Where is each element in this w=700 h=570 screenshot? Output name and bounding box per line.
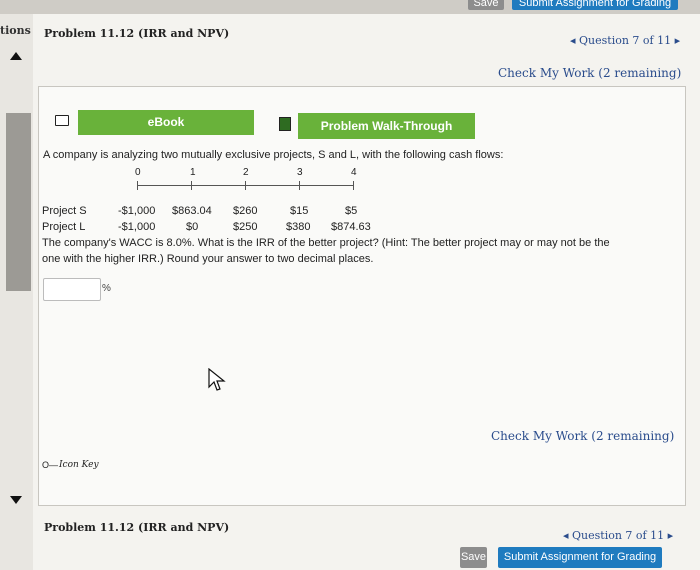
top-submit-button[interactable]: Submit Assignment for Grading <box>512 0 678 10</box>
page-title: Problem 11.12 (IRR and NPV) <box>44 27 230 40</box>
icon-key-link[interactable]: Icon Key <box>59 460 99 470</box>
project-l-cf-2: $250 <box>233 221 258 233</box>
check-my-work-bottom-link[interactable]: Check My Work (2 remaining) <box>491 429 674 443</box>
project-s-cf-2: $260 <box>233 205 258 217</box>
question-sidebar <box>0 14 33 570</box>
question-nav[interactable]: ◂ Question 7 of 11 ▸ <box>570 34 680 47</box>
project-s-cf-4: $5 <box>345 205 358 217</box>
ebook-button[interactable]: eBook <box>78 110 254 135</box>
project-l-cf-1: $0 <box>186 221 199 233</box>
period-4: 4 <box>351 167 357 178</box>
timeline-tick <box>137 181 138 190</box>
project-l-cf-3: $380 <box>286 221 311 233</box>
period-3: 3 <box>297 167 303 178</box>
irr-answer-input[interactable] <box>43 278 101 301</box>
timeline-tick <box>245 181 246 190</box>
project-s-label: Project S <box>42 205 87 217</box>
period-2: 2 <box>243 167 249 178</box>
period-1: 1 <box>190 167 196 178</box>
scroll-down-arrow-icon[interactable] <box>10 496 22 504</box>
project-s-cf-1: $863.04 <box>172 205 212 217</box>
problem-intro: A company is analyzing two mutually excl… <box>43 149 504 161</box>
book-icon <box>55 115 69 126</box>
key-icon: O— <box>42 460 59 470</box>
project-s-cf-0: -$1,000 <box>118 205 156 217</box>
top-save-button[interactable]: Save <box>468 0 504 10</box>
check-my-work-link[interactable]: Check My Work (2 remaining) <box>498 66 681 80</box>
scroll-up-arrow-icon[interactable] <box>10 52 22 60</box>
project-l-label: Project L <box>42 221 86 233</box>
submit-assignment-button[interactable]: Submit Assignment for Grading <box>498 547 662 568</box>
period-0: 0 <box>135 167 141 178</box>
sidebar-scrollbar[interactable] <box>6 113 31 291</box>
project-l-cf-4: $874.63 <box>331 221 371 233</box>
footer-question-nav[interactable]: ◂ Question 7 of 11 ▸ <box>563 529 673 542</box>
footer-title: Problem 11.12 (IRR and NPV) <box>44 521 230 534</box>
problem-walkthrough-button[interactable]: Problem Walk-Through <box>298 113 475 139</box>
question-text-line-2: one with the higher IRR.) Round your ans… <box>42 253 374 265</box>
project-l-cf-0: -$1,000 <box>118 221 156 233</box>
mouse-cursor-icon <box>208 368 226 394</box>
project-s-cf-3: $15 <box>290 205 309 217</box>
percent-suffix: % <box>102 283 111 294</box>
save-button[interactable]: Save <box>460 547 487 568</box>
timeline-tick <box>299 181 300 190</box>
timeline-tick <box>191 181 192 190</box>
sidebar-label: tions <box>0 24 31 37</box>
timeline-tick <box>353 181 354 190</box>
video-icon <box>279 117 291 131</box>
question-text-line-1: The company's WACC is 8.0%. What is the … <box>42 237 610 249</box>
